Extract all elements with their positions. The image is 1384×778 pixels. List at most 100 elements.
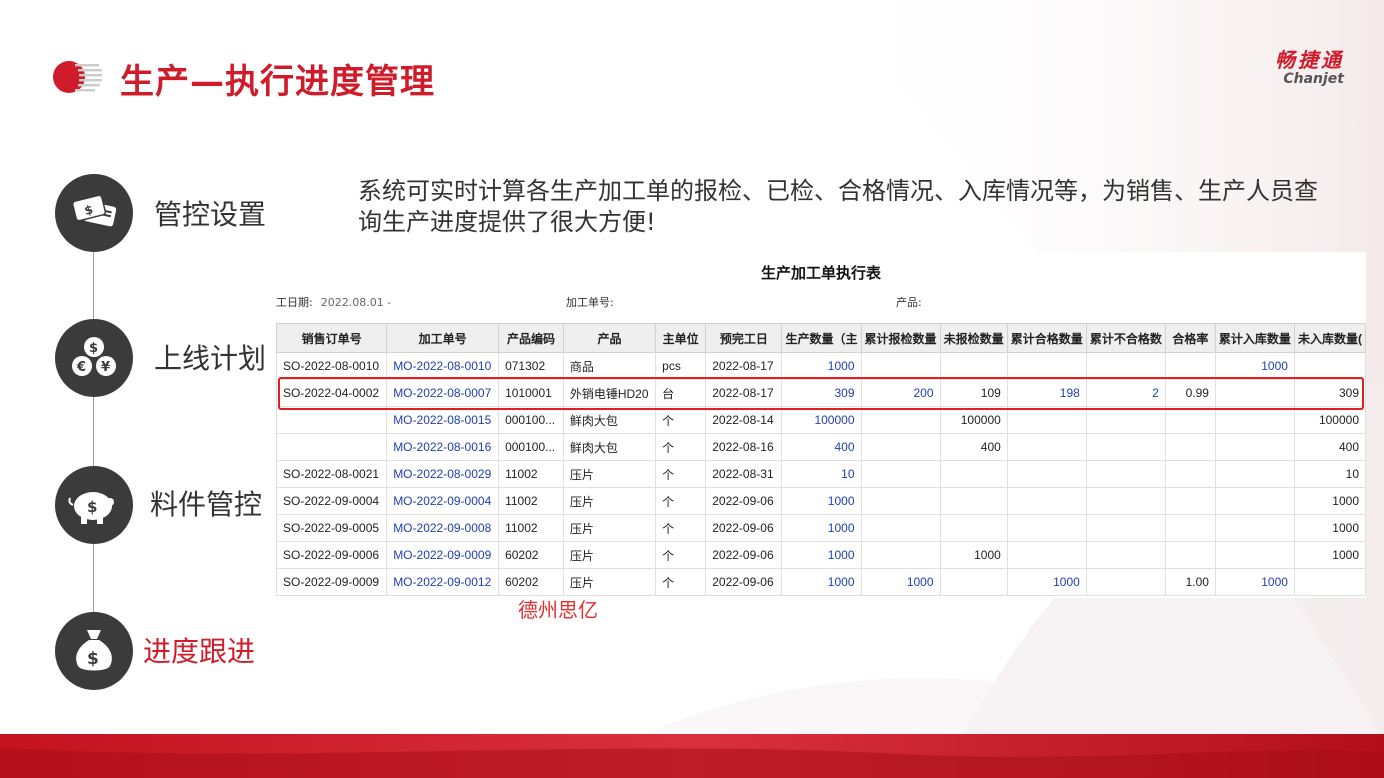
table-cell-link[interactable]: 1000 [781, 541, 862, 569]
piggy-bank-icon: $ [68, 492, 114, 524]
table-cell-link[interactable]: MO-2022-09-0012 [386, 568, 500, 596]
table-cell-link[interactable]: 10 [781, 460, 862, 488]
table-cell: SO-2022-08-0021 [276, 460, 388, 488]
table-cell: 2022-08-16 [705, 433, 783, 461]
nav-label-material-control[interactable]: 料件管控 [150, 483, 262, 523]
table-cell: 压片 [562, 487, 657, 515]
table-cell [1006, 541, 1087, 569]
table-cell: 外销电锤HD20 [562, 379, 657, 407]
table-cell-link[interactable]: MO-2022-08-0029 [386, 460, 500, 488]
nav-connector-line [93, 240, 94, 620]
table-cell [1214, 379, 1295, 407]
report-title: 生产加工单执行表 [760, 264, 881, 282]
nav-label-control-settings[interactable]: 管控设置 [154, 193, 266, 233]
table-cell-link[interactable]: 200 [860, 379, 941, 407]
brand-name-en: Chanjet [1283, 71, 1344, 87]
table-cell: SO-2022-08-0010 [276, 352, 388, 380]
table-cell-link[interactable]: 400 [781, 433, 862, 461]
table-cell-link[interactable]: 1000 [781, 568, 862, 596]
column-header[interactable]: 累计不合格数 [1085, 323, 1166, 353]
table-cell: 1000 [1293, 541, 1366, 569]
column-header[interactable]: 产品 [562, 323, 657, 353]
table-cell [860, 433, 941, 461]
table-cell-link[interactable]: MO-2022-08-0015 [386, 406, 500, 434]
table-row[interactable]: MO-2022-08-0016 000100... 鲜肉大包个 2022-08-16 4… [276, 433, 1366, 461]
filter-order-no[interactable]: 加工单号: [566, 294, 622, 310]
table-cell [860, 541, 941, 569]
table-cell [1085, 433, 1166, 461]
column-header[interactable]: 产品编码 [498, 323, 564, 353]
filter-product[interactable]: 产品: [896, 294, 930, 310]
table-cell [1214, 460, 1295, 488]
table-cell-link[interactable]: 309 [781, 379, 862, 407]
table-cell-link[interactable]: MO-2022-08-0010 [386, 352, 500, 380]
table-cell-link[interactable]: 100000 [781, 406, 862, 434]
column-header[interactable]: 销售订单号 [276, 323, 388, 353]
column-header[interactable]: 未报检数量 [939, 323, 1008, 353]
column-header[interactable]: 主单位 [655, 323, 707, 353]
table-cell-link[interactable]: MO-2022-09-0008 [386, 514, 500, 542]
column-header[interactable]: 生产数量（主 [781, 323, 862, 353]
nav-item-launch-plan[interactable]: $ € ¥ [55, 319, 133, 397]
table-cell [939, 514, 1008, 542]
table-row[interactable]: SO-2022-09-0005 MO-2022-09-0008 11002 压片个 20… [276, 514, 1366, 542]
table-row[interactable]: SO-2022-08-0010 MO-2022-08-0010 071302 商品 pc… [276, 352, 1366, 380]
table-cell: 2022-09-06 [705, 568, 783, 596]
watermark-text: 德州思亿 [518, 598, 598, 622]
nav-label-launch-plan[interactable]: 上线计划 [154, 337, 266, 377]
nav-item-material-control[interactable]: $ [55, 466, 133, 544]
table-row-highlighted[interactable]: SO-2022-04-0002 MO-2022-08-0007 1010001 外销电… [276, 379, 1366, 407]
table-row[interactable]: MO-2022-08-0015 000100... 鲜肉大包个 2022-08-14 1… [276, 406, 1366, 434]
table-row[interactable]: SO-2022-08-0021 MO-2022-08-0029 11002 压片个 20… [276, 460, 1366, 488]
report-panel: 生产加工单执行表 工日期: 2022.08.01 - 加工单号: 产品: 销售订单… [276, 252, 1366, 598]
table-cell: pcs [655, 352, 707, 380]
brand-logo: 畅捷通 Chanjet [1275, 48, 1344, 86]
table-cell: 2022-08-14 [705, 406, 783, 434]
table-cell-link[interactable]: 198 [1006, 379, 1087, 407]
table-row[interactable]: SO-2022-09-0006 MO-2022-09-0009 60202 压片个 20… [276, 541, 1366, 569]
filter-date-value[interactable]: 2022.08.01 - [321, 296, 391, 309]
column-header[interactable]: 加工单号 [386, 323, 500, 353]
column-header[interactable]: 预完工日 [705, 323, 783, 353]
table-cell: 400 [939, 433, 1008, 461]
table-cell-link[interactable]: 1000 [1006, 568, 1087, 596]
table-cell-link[interactable]: MO-2022-09-0004 [386, 487, 500, 515]
nav-item-control-settings[interactable]: $ [55, 174, 133, 252]
table-cell-link[interactable]: MO-2022-09-0009 [386, 541, 500, 569]
table-cell: 11002 [498, 514, 564, 542]
table-cell [1164, 541, 1216, 569]
table-cell-link[interactable]: 2 [1085, 379, 1166, 407]
table-cell: SO-2022-09-0009 [276, 568, 388, 596]
table-cell [860, 406, 941, 434]
table-cell-link[interactable]: 1000 [1214, 352, 1295, 380]
table-cell-link[interactable]: 1000 [781, 514, 862, 542]
column-header[interactable]: 合格率 [1164, 323, 1216, 353]
table-cell-link[interactable]: 1000 [781, 352, 862, 380]
table-row[interactable]: SO-2022-09-0004 MO-2022-09-0004 11002 压片个 20… [276, 487, 1366, 515]
table-cell: 100000 [939, 406, 1008, 434]
table-cell: 个 [655, 487, 707, 515]
column-header[interactable]: 未入库数量( [1293, 323, 1366, 353]
footer-band [0, 734, 1384, 778]
table-cell-link[interactable]: 1000 [1214, 568, 1295, 596]
table-cell-link[interactable]: 1000 [860, 568, 941, 596]
table-row[interactable]: SO-2022-09-0009 MO-2022-09-0012 60202 压片个 20… [276, 568, 1366, 596]
column-header[interactable]: 累计合格数量 [1006, 323, 1087, 353]
column-header[interactable]: 累计入库数量 [1214, 323, 1295, 353]
svg-text:$: $ [87, 649, 99, 669]
nav-label-progress-tracking[interactable]: 进度跟进 [143, 630, 255, 670]
table-cell: 000100... [498, 433, 564, 461]
column-header[interactable]: 累计报检数量 [860, 323, 941, 353]
table-cell [1006, 487, 1087, 515]
description-text: 系统可实时计算各生产加工单的报检、已检、合格情况、入库情况等，为销售、生产人员查… [358, 177, 1318, 236]
table-cell-link[interactable]: MO-2022-08-0007 [386, 379, 500, 407]
table-cell: SO-2022-09-0005 [276, 514, 388, 542]
table-cell [1006, 460, 1087, 488]
filter-date-label: 工日期: [276, 296, 313, 309]
filter-date[interactable]: 工日期: 2022.08.01 - [276, 294, 391, 310]
table-cell: 1010001 [498, 379, 564, 407]
nav-item-progress-tracking[interactable]: $ [55, 612, 133, 690]
table-cell-link[interactable]: 1000 [781, 487, 862, 515]
table-cell-link[interactable]: MO-2022-08-0016 [386, 433, 500, 461]
table-cell: 个 [655, 406, 707, 434]
